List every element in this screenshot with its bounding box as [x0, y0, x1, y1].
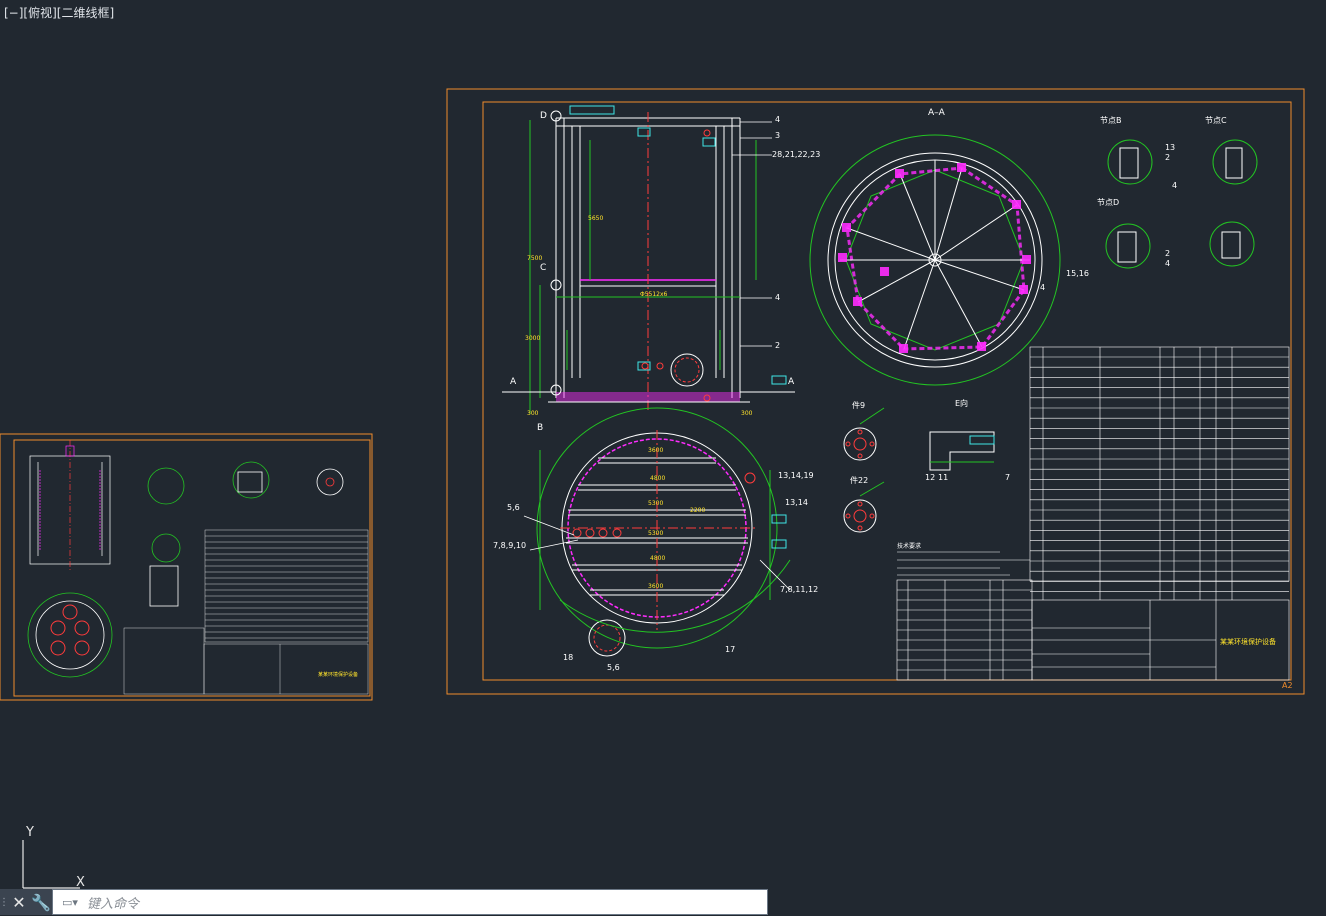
view-label-d: D [540, 111, 547, 121]
sheet-size-text: A2 [1282, 681, 1293, 690]
small-elevation-view [29, 440, 111, 570]
view-label-c: C [540, 263, 546, 273]
callout-label: 7,8,11,12 [780, 585, 818, 594]
dimension-label: 3600 [648, 583, 663, 590]
dimension-label: 2200 [690, 507, 705, 514]
command-input-field[interactable]: ▭▾ 键入命令 [52, 889, 768, 915]
node-details [1105, 139, 1258, 269]
callout-label: 5,6 [607, 663, 620, 672]
flange-detail-part-22 [843, 481, 885, 533]
detail-d-label: 节点D [1097, 198, 1119, 207]
detail-e-label: E向 [955, 398, 968, 408]
notes-title: 技术要求 [897, 542, 921, 550]
command-line-bar: ⋮ ✕ 🔧 ▭▾ 键入命令 [0, 889, 768, 915]
callout-label: 4 [1165, 259, 1170, 268]
callout-label: 13,14 [785, 498, 808, 507]
command-line-grip[interactable]: ⋮ [0, 889, 9, 915]
command-placeholder[interactable]: 键入命令 [87, 893, 139, 912]
dimension-label: 5650 [588, 215, 603, 222]
dimension-label: 7500 [527, 255, 542, 262]
parts-list-table [1029, 346, 1290, 600]
section-mark-right: A [788, 377, 795, 387]
callout-label: 4 [775, 293, 780, 302]
callout-label: 3 [1170, 143, 1175, 152]
callout-label: 17 [725, 645, 735, 654]
title-block-name: 某某环境保护设备 [1220, 637, 1276, 646]
dimension-label: 3000 [525, 335, 540, 342]
dimension-label: 4800 [650, 475, 665, 482]
detail-e-view [929, 431, 995, 471]
dimension-label: 300 [527, 410, 539, 417]
callout-label: 7,8,9,10 [493, 541, 526, 550]
main-drawing-sheet[interactable]: A–A A A B C D A2 E向 节点B 节点C 节点D 件9 件22 某… [446, 88, 1305, 695]
command-history-icon[interactable]: ▭▾ [53, 890, 87, 914]
callout-label: 18 [563, 653, 573, 662]
callout-label: 4 [775, 115, 780, 124]
small-plan-view [27, 592, 113, 678]
technical-notes [897, 551, 1030, 576]
model-space-canvas[interactable]: A–A A A B C D A2 E向 节点B 节点C 节点D 件9 件22 某… [0, 0, 1326, 916]
callout-label: 28,21,22,23 [772, 150, 820, 159]
tank-elevation-view [502, 105, 795, 414]
callout-label: 15,16 [1066, 269, 1089, 278]
secondary-drawing-sheet[interactable]: 某某环境保护设备 [0, 433, 373, 701]
callout-label: 11 [938, 473, 948, 482]
section-a-a-view [809, 134, 1061, 386]
flange-detail-part-9 [843, 407, 885, 461]
close-icon[interactable]: ✕ [8, 889, 30, 915]
callout-label: 13,14,19 [778, 471, 814, 480]
dimension-label: 5300 [648, 500, 663, 507]
section-mark-left: A [510, 377, 517, 387]
detail-c-label: 节点C [1205, 116, 1227, 125]
callout-label: 4 [1172, 181, 1177, 190]
callout-label: 2 [775, 341, 780, 350]
nozzle-table [896, 579, 1033, 681]
callout-label: 2 [1165, 249, 1170, 258]
callout-label: 7 [1005, 473, 1010, 482]
dimension-label: 4800 [650, 555, 665, 562]
callout-label: 5,6 [507, 503, 520, 512]
callout-label: 12 [925, 473, 935, 482]
small-title-name: 某某环境保护设备 [318, 671, 358, 678]
dimension-label: 5300 [648, 530, 663, 537]
callout-label: 4 [1040, 283, 1045, 292]
section-title-text: A–A [928, 108, 946, 118]
ucs-x-label: X [76, 875, 85, 890]
dimension-label: 300 [741, 410, 753, 417]
view-label-b: B [537, 423, 543, 433]
ucs-icon: Y X [22, 825, 85, 890]
dimension-label: 3600 [648, 447, 663, 454]
dimension-label: Φ5512x6 [640, 291, 668, 298]
callout-label: 3 [775, 131, 780, 140]
callout-label: 2 [1165, 153, 1170, 162]
ucs-y-label: Y [25, 825, 34, 840]
small-parts-table [123, 529, 369, 695]
wrench-icon[interactable]: 🔧 [30, 889, 52, 915]
detail-b-label: 节点B [1100, 116, 1122, 125]
detail-9-label: 件9 [852, 400, 865, 410]
detail-22-label: 件22 [850, 475, 868, 485]
small-details [147, 461, 344, 607]
